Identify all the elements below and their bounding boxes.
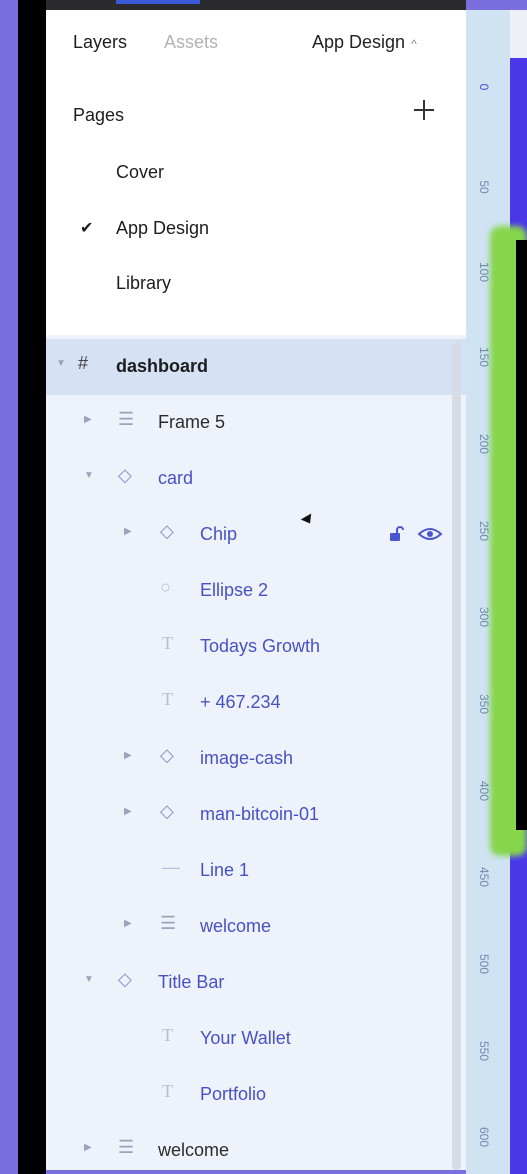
component-icon: ◇ [118,969,132,989]
layer-label: card [158,468,194,488]
component-icon: ◇ [118,465,132,485]
ruler-tick: 50 [477,180,491,194]
ruler-tick: 550 [477,1040,491,1062]
layers-tree: ▼ # dashboard ▶ ☰ Frame 5 ▼ ◇ card ▶ ◇ C… [46,335,466,1170]
top-toolbar [46,0,466,10]
caret-down-icon[interactable]: ▼ [84,470,94,481]
text-icon: T [162,633,173,653]
layer-label: Line 1 [200,860,250,880]
frame-hash-icon: # [78,353,89,373]
unlock-icon[interactable] [388,526,404,542]
auto-layout-icon: ☰ [118,409,135,429]
layers-scrollbar[interactable] [452,342,461,1170]
layer-row-title-bar[interactable]: ▼ ◇ Title Bar [46,955,466,1011]
layer-label: Portfolio [200,1084,267,1104]
left-edge [18,0,46,1174]
layer-label: + 467.234 [200,692,281,712]
ruler-tick: 100 [477,261,491,283]
page-selector[interactable]: App Design ^ [312,32,417,53]
layer-row-welcome[interactable]: ▶ ☰ welcome [46,1123,466,1170]
layer-label: welcome [200,916,272,936]
active-tab-indicator [116,0,200,4]
page-item-library[interactable]: Library [116,273,171,294]
layer-label: Todays Growth [200,636,321,656]
layer-label: Ellipse 2 [200,580,269,600]
tab-layers[interactable]: Layers [73,32,127,53]
page-item-app-design[interactable]: App Design [116,218,209,239]
layer-row-467[interactable]: T + 467.234 [46,675,466,731]
ruler-tick: 500 [477,953,491,975]
layer-label: welcome [158,1140,230,1160]
layer-row-todays-growth[interactable]: T Todays Growth [46,619,466,675]
layer-row-man-bitcoin[interactable]: ▶ ◇ man-bitcoin-01 [46,787,466,843]
component-icon: ◇ [160,801,174,821]
page-selector-label: App Design [312,32,406,52]
component-icon: ◇ [160,521,174,541]
ruler-tick: 450 [477,866,491,888]
text-icon: T [162,1025,173,1045]
layer-label: Title Bar [158,972,225,992]
layer-label: man-bitcoin-01 [200,804,320,824]
ellipse-icon: ○ [160,577,171,597]
chevron-up-icon: ^ [411,37,417,51]
caret-right-icon[interactable]: ▶ [124,806,132,817]
caret-right-icon[interactable]: ▶ [124,750,132,761]
layer-row-line-1[interactable]: — Line 1 [46,843,466,899]
panel-header: Layers Assets App Design ^ [46,10,466,68]
line-icon: — [162,857,180,877]
layer-label: dashboard [116,356,209,376]
ruler-tick: 0 [477,83,491,91]
layer-row-image-cash[interactable]: ▶ ◇ image-cash [46,731,466,787]
caret-right-icon[interactable]: ▶ [124,918,132,929]
layer-row-dashboard[interactable]: ▼ # dashboard [46,339,466,395]
text-icon: T [162,1081,173,1101]
ruler-tick: 600 [477,1126,491,1148]
pages-title: Pages [73,105,125,125]
layer-row-welcome-inner[interactable]: ▶ ☰ welcome [46,899,466,955]
layer-row-card[interactable]: ▼ ◇ card [46,451,466,507]
caret-right-icon[interactable]: ▶ [84,414,92,425]
ruler-tick: 400 [477,780,491,802]
tab-assets[interactable]: Assets [164,32,218,53]
add-page-icon[interactable] [412,98,436,122]
layer-label: image-cash [200,748,294,768]
eye-icon[interactable] [418,526,442,542]
layer-row-ellipse-2[interactable]: ○ Ellipse 2 [46,563,466,619]
caret-down-icon[interactable]: ▼ [84,974,94,985]
ruler-tick: 300 [477,606,491,628]
auto-layout-icon: ☰ [160,913,177,933]
left-panel: Layers Assets App Design ^ Pages Cover ✔ … [46,10,466,1170]
ruler-tick: 200 [477,433,491,455]
layer-row-portfolio[interactable]: T Portfolio [46,1067,466,1123]
canvas-frame [516,240,527,830]
page-item-cover[interactable]: Cover [116,162,164,183]
ruler-tick: 150 [477,346,491,368]
text-icon: T [162,689,173,709]
caret-right-icon[interactable]: ▶ [84,1142,92,1153]
ruler-tick: 350 [477,693,491,715]
caret-down-icon[interactable]: ▼ [56,358,66,369]
component-icon: ◇ [160,745,174,765]
checkmark-icon: ✔ [80,220,94,237]
caret-right-icon[interactable]: ▶ [124,526,132,537]
layer-row-your-wallet[interactable]: T Your Wallet [46,1011,466,1067]
ruler-tick: 250 [477,520,491,542]
auto-layout-icon: ☰ [118,1137,135,1157]
layer-label: Your Wallet [200,1028,291,1048]
layer-label: Frame 5 [158,412,226,432]
layer-label: Chip [200,524,238,544]
layer-row-frame-5[interactable]: ▶ ☰ Frame 5 [46,395,466,451]
